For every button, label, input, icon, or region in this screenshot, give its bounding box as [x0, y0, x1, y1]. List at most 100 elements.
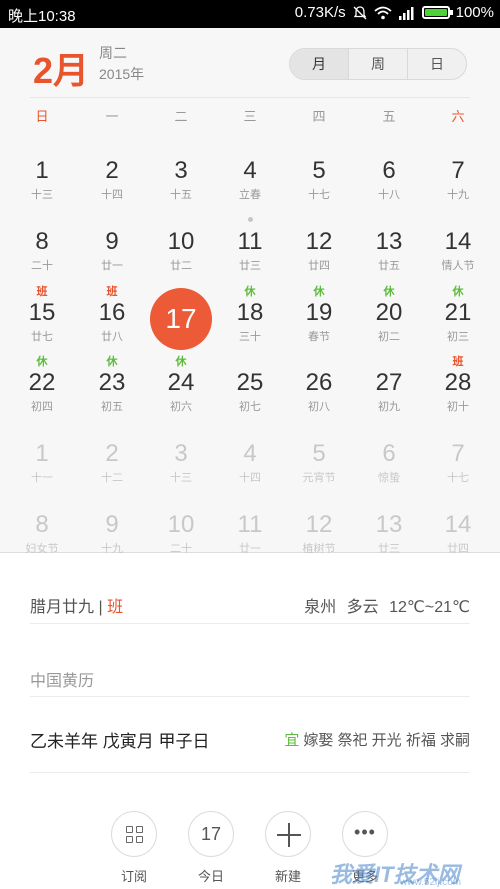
day-number: 20 [375, 299, 403, 326]
day-cell[interactable]: 5 十七 [284, 138, 354, 208]
day-number: 1 [35, 157, 49, 184]
day-cell[interactable]: 14 廿四 [423, 492, 493, 562]
watermark-logo: 我爱IT技术网 www.52ij.com [310, 845, 500, 889]
day-info-panel: 腊月廿九 | 班 泉州 多云 12℃~21℃ 中国黄历 乙未羊年 戊寅月 甲子日… [0, 553, 500, 889]
day-cell[interactable]: 11 廿三 [215, 209, 285, 279]
lunar-date: 腊月廿九 [30, 599, 95, 616]
status-bar: 晚上10:38 0.73K/s 100% [0, 0, 500, 28]
ganzhi-row[interactable]: 乙未羊年 戊寅月 甲子日 宜嫁娶 祭祀 开光 祈福 求嗣 [30, 723, 470, 773]
work-day-tag: 班 [452, 356, 464, 368]
day-number: 19 [305, 299, 333, 326]
work-day-tag: 班 [106, 286, 118, 298]
day-cell[interactable]: 休 18 三十 [215, 280, 285, 350]
tab-month[interactable]: 月 [290, 49, 348, 79]
new-event-button[interactable]: 新建 [258, 811, 318, 885]
day-cell[interactable]: 13 廿三 [354, 492, 424, 562]
day-number: 10 [167, 511, 195, 538]
lunar-day: 廿一 [101, 260, 123, 272]
day-cell[interactable]: 8 妇女节 [7, 492, 77, 562]
day-cell[interactable]: 休 23 初五 [77, 350, 147, 420]
day-number: 14 [444, 228, 472, 255]
wifi-icon [374, 6, 392, 19]
day-cell[interactable]: 1 十三 [7, 138, 77, 208]
almanac-row[interactable]: 中国黄历 [30, 657, 470, 697]
lunar-day: 元宵节 [302, 472, 336, 484]
almanac-title: 中国黄历 [30, 673, 95, 690]
lunar-day: 初二 [378, 331, 400, 343]
day-number: 13 [375, 511, 403, 538]
lunar-day: 十九 [447, 189, 469, 201]
day-cell[interactable]: 7 十九 [423, 138, 493, 208]
day-number: 9 [105, 511, 119, 538]
day-number: 11 [237, 511, 263, 538]
day-cell[interactable]: 25 初七 [215, 350, 285, 420]
day-number: 8 [35, 511, 49, 538]
lunar-day: 十四 [101, 189, 123, 201]
day-cell[interactable]: 10 二十 [146, 492, 216, 562]
weekday-label: 二 [174, 109, 188, 124]
auspicious-activities: 宜嫁娶 祭祀 开光 祈福 求嗣 [284, 729, 470, 750]
holiday-tag: 休 [36, 356, 48, 368]
day-cell[interactable]: 3 十五 [146, 138, 216, 208]
day-cell[interactable]: 班 16 廿八 [77, 280, 147, 350]
today-button[interactable]: 17 今日 [181, 811, 241, 885]
lunar-day: 廿五 [378, 260, 400, 272]
subscribe-button[interactable]: 订阅 [104, 811, 164, 885]
day-cell[interactable]: 6 惊蛰 [354, 421, 424, 491]
day-cell[interactable]: 休 22 初四 [7, 350, 77, 420]
day-cell[interactable]: 6 十八 [354, 138, 424, 208]
day-cell[interactable]: 休 21 初三 [423, 280, 493, 350]
lunar-day: 十五 [170, 189, 192, 201]
day-number: 4 [243, 440, 257, 467]
day-cell[interactable]: 4 立春 [215, 138, 285, 208]
day-cell[interactable]: 14 情人节 [423, 209, 493, 279]
tab-week[interactable]: 周 [348, 49, 407, 79]
day-cell[interactable]: 11 廿一 [215, 492, 285, 562]
lunar-day: 立春 [239, 189, 261, 201]
day-cell[interactable]: 休 24 初六 [146, 350, 216, 420]
yi-label: 宜 [284, 732, 300, 749]
weekday-label: 六 [451, 109, 465, 124]
lunar-weather-row: 腊月廿九 | 班 泉州 多云 12℃~21℃ [30, 583, 470, 624]
month-title[interactable]: 2月 [33, 42, 89, 94]
day-cell[interactable]: 休 19 春节 [284, 280, 354, 350]
day-number: 7 [451, 440, 465, 467]
day-number: 6 [382, 157, 396, 184]
day-cell[interactable]: 26 初八 [284, 350, 354, 420]
day-cell[interactable]: 4 十四 [215, 421, 285, 491]
month-calendar: 2月 周二 2015年 月 周 日 日一二三四五六 1 十三 2 十四 3 十五 4 立春 5 十… [0, 28, 500, 555]
day-cell[interactable]: 2 十四 [77, 138, 147, 208]
holiday-tag: 休 [452, 286, 464, 298]
weekday-label: 五 [382, 109, 396, 124]
current-weekday: 周二 [99, 45, 127, 61]
day-cell[interactable]: 2 十二 [77, 421, 147, 491]
day-cell[interactable]: 10 廿二 [146, 209, 216, 279]
day-cell[interactable]: 3 十三 [146, 421, 216, 491]
day-cell[interactable]: 27 初九 [354, 350, 424, 420]
tab-day[interactable]: 日 [407, 49, 466, 79]
day-cell[interactable]: 8 二十 [7, 209, 77, 279]
day-cell[interactable]: 休 20 初二 [354, 280, 424, 350]
network-speed: 0.73K/s [294, 4, 346, 21]
lunar-day: 廿四 [308, 260, 330, 272]
new-event-label: 新建 [274, 869, 301, 884]
holiday-tag: 休 [106, 356, 118, 368]
day-cell[interactable]: 12 植树节 [284, 492, 354, 562]
day-cell[interactable]: 班 15 廿七 [7, 280, 77, 350]
header-divider [30, 97, 470, 98]
lunar-day: 初六 [170, 401, 192, 413]
day-cell[interactable]: 班 28 初十 [423, 350, 493, 420]
day-number: 5 [312, 157, 326, 184]
battery-percent: 100% [455, 4, 494, 21]
day-cell[interactable]: 7 十七 [423, 421, 493, 491]
day-cell[interactable]: 13 廿五 [354, 209, 424, 279]
day-cell[interactable]: 9 廿一 [77, 209, 147, 279]
day-number: 23 [98, 369, 126, 396]
weather-info[interactable]: 泉州 多云 12℃~21℃ [304, 593, 470, 617]
day-number: 27 [375, 369, 403, 396]
selected-day[interactable]: 17 [146, 280, 216, 350]
day-cell[interactable]: 5 元宵节 [284, 421, 354, 491]
day-cell[interactable]: 1 十一 [7, 421, 77, 491]
day-cell[interactable]: 9 十九 [77, 492, 147, 562]
day-cell[interactable]: 12 廿四 [284, 209, 354, 279]
